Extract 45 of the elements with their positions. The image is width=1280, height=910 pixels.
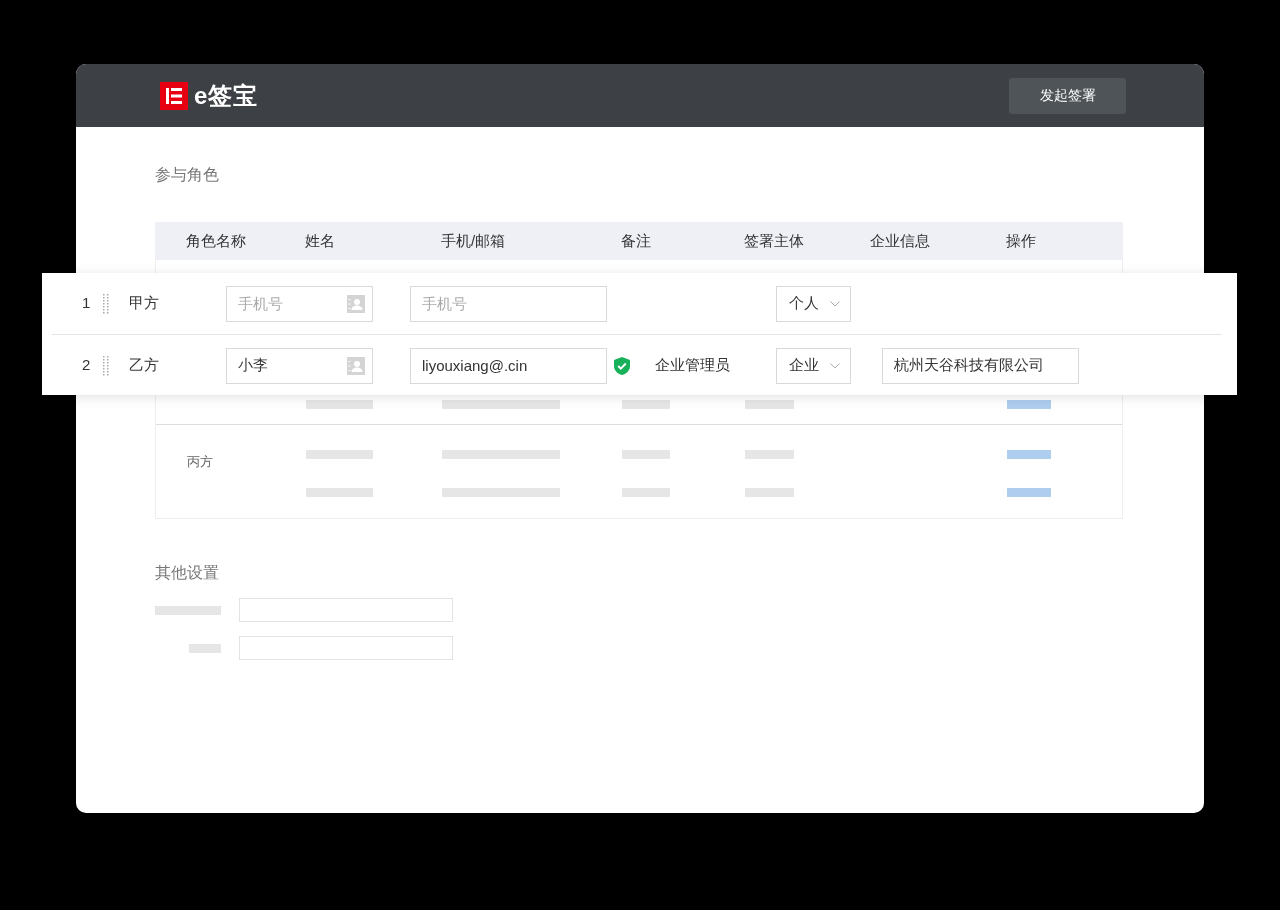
name-field[interactable]: 小李 [226,347,373,384]
column-header: 企业信息 [870,230,931,251]
column-header: 备注 [621,230,652,251]
section-title: 其他设置 [155,563,220,583]
skeleton-bar [745,488,794,497]
drag-handle-icon[interactable] [103,356,109,377]
action-placeholder-bar [1007,400,1051,409]
input-field[interactable] [239,598,453,622]
skeleton-bar [622,488,670,497]
company-field[interactable]: 杭州天谷科技有限公司 [882,347,1079,384]
row-number: 1 [82,293,92,314]
input-field[interactable] [239,636,453,660]
column-header: 角色名称 [186,230,247,251]
name-field[interactable]: 手机号 [226,285,373,322]
skeleton-bar [306,450,373,459]
chevron-down-icon [830,362,840,369]
skeleton-bar [622,400,670,409]
action-placeholder-bar [1007,488,1051,497]
skeleton-bar [622,450,670,459]
skeleton-bar [155,605,221,615]
chevron-down-icon [830,300,840,307]
drag-handle-icon[interactable] [103,294,109,315]
column-header: 操作 [1006,230,1037,251]
column-header: 手机/邮箱 [441,230,507,251]
contact-field[interactable]: 手机号 [410,285,607,322]
remark-text: 企业管理员 [655,355,731,376]
section-title: 参与角色 [155,165,220,185]
skeleton-bar [745,450,794,459]
role-name: 乙方 [129,355,160,376]
logo-text: e签宝 [194,80,259,111]
skeleton-bar [306,400,373,409]
row-number: 2 [82,355,92,376]
role-name: 甲方 [129,293,160,314]
skeleton-bar [306,488,373,497]
skeleton-bar [745,400,794,409]
column-header: 姓名 [305,230,336,251]
action-placeholder-bar [1007,450,1051,459]
logo-icon [160,81,188,110]
start-signing-button[interactable]: 发起签署 [1009,77,1126,114]
skeleton-bar [189,643,221,653]
column-header: 签署主体 [744,230,805,251]
subject-select[interactable]: 个人 [776,285,851,322]
subject-select[interactable]: 企业 [776,347,851,384]
contact-field[interactable]: liyouxiang@.cin [410,347,607,384]
role-name: 丙方 [186,453,214,471]
